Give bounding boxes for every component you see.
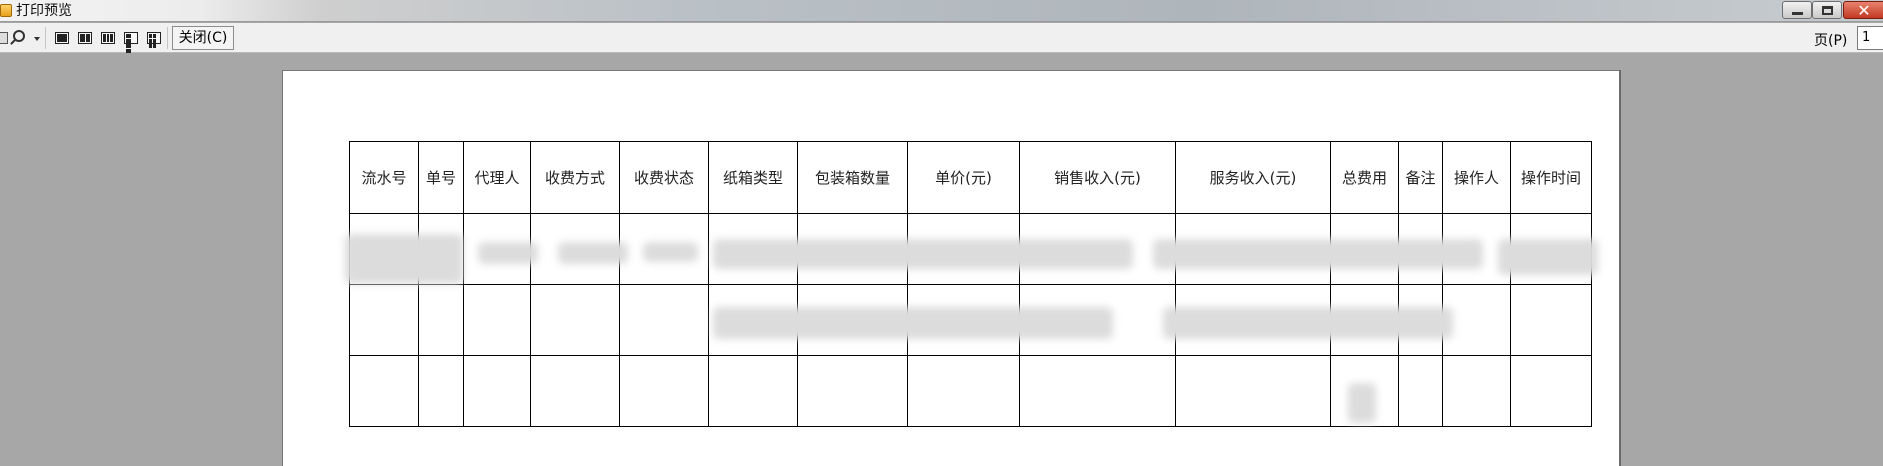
one-page-icon[interactable] (55, 32, 69, 44)
maximize-icon (1821, 5, 1833, 15)
column-header: 操作人 (1442, 141, 1511, 214)
close-icon: ✕ (1857, 0, 1871, 20)
redacted-area (345, 234, 463, 284)
app-icon (0, 4, 12, 17)
table-cell (349, 355, 419, 427)
redacted-area (643, 242, 698, 262)
column-header: 服务收入(元) (1175, 141, 1331, 214)
table-cell (349, 284, 419, 356)
redacted-area (1348, 383, 1376, 423)
column-header: 流水号 (349, 141, 419, 214)
print-icon[interactable] (0, 32, 8, 44)
three-pages-icon[interactable] (101, 32, 115, 44)
column-header: 包装箱数量 (797, 141, 908, 214)
minimize-button[interactable] (1782, 1, 1812, 19)
table-cell (708, 355, 798, 427)
table-cell (619, 355, 709, 427)
table-cell (1175, 355, 1331, 427)
table-cell (418, 284, 464, 356)
preview-page: 流水号 单号 代理人 收费方式 收费状态 纸箱类型 包装箱数量 单价(元) 销售… (282, 70, 1619, 466)
four-pages-icon[interactable] (124, 32, 138, 53)
column-header: 收费方式 (530, 141, 620, 214)
table-header-row: 流水号 单号 代理人 收费方式 收费状态 纸箱类型 包装箱数量 单价(元) 销售… (349, 141, 1592, 214)
redacted-area (478, 242, 538, 264)
two-pages-icon[interactable] (78, 32, 92, 44)
table-cell (463, 284, 531, 356)
table-row (349, 355, 1592, 427)
column-header: 操作时间 (1510, 141, 1592, 214)
window-title: 打印预览 (16, 3, 72, 19)
table-cell (1510, 284, 1592, 356)
table-cell (1019, 355, 1176, 427)
table-cell (530, 284, 620, 356)
redacted-area (1153, 239, 1483, 269)
column-header: 代理人 (463, 141, 531, 214)
column-header: 总费用 (1330, 141, 1399, 214)
title-bar: 打印预览 ✕ (0, 0, 1883, 22)
redacted-area (713, 239, 1133, 269)
table-cell (619, 284, 709, 356)
table-cell (1442, 355, 1511, 427)
six-pages-icon[interactable] (147, 32, 161, 48)
table-cell (797, 355, 908, 427)
minimize-icon (1791, 11, 1803, 15)
table-cell (1398, 355, 1443, 427)
table-cell (1510, 355, 1592, 427)
zoom-icon[interactable] (13, 30, 25, 42)
close-button[interactable]: 关闭(C) (172, 26, 234, 50)
report-table: 流水号 单号 代理人 收费方式 收费状态 纸箱类型 包装箱数量 单价(元) 销售… (349, 141, 1592, 427)
table-cell (530, 355, 620, 427)
close-window-button[interactable]: ✕ (1843, 0, 1883, 20)
column-header: 纸箱类型 (708, 141, 798, 214)
zoom-dropdown-icon[interactable] (34, 37, 40, 41)
maximize-button[interactable] (1812, 1, 1842, 19)
table-cell (463, 355, 531, 427)
page-number-input[interactable]: 1 (1857, 26, 1883, 50)
column-header: 单价(元) (907, 141, 1020, 214)
column-header: 收费状态 (619, 141, 709, 214)
redacted-area (713, 307, 1113, 339)
toolbar: 关闭(C) 页(P) 1 (0, 23, 1883, 53)
toolbar-separator (45, 27, 46, 49)
redacted-area (1163, 307, 1453, 339)
column-header: 单号 (418, 141, 464, 214)
table-cell (418, 355, 464, 427)
redacted-area (558, 242, 628, 264)
page-label: 页(P) (1814, 33, 1848, 49)
redacted-area (1498, 239, 1598, 275)
column-header: 备注 (1398, 141, 1443, 214)
toolbar-separator (167, 27, 168, 49)
table-cell (907, 355, 1020, 427)
column-header: 销售收入(元) (1019, 141, 1176, 214)
